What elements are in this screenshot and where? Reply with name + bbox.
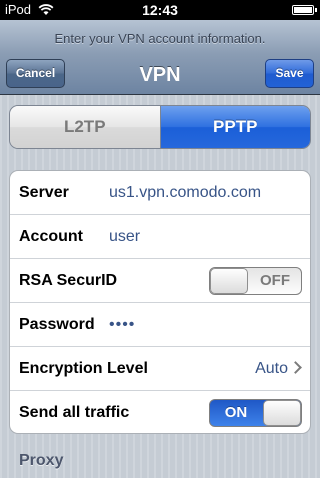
toggle-state-label: ON	[224, 404, 248, 421]
navigation-bar: Enter your VPN account information. Canc…	[0, 20, 320, 95]
account-row[interactable]: Account user	[10, 215, 310, 259]
vpn-settings-group: Server us1.vpn.comodo.com Account user R…	[9, 170, 311, 434]
server-label: Server	[19, 184, 69, 201]
send-all-traffic-toggle[interactable]: ON	[209, 399, 302, 427]
send-all-traffic-row: Send all traffic ON	[10, 391, 310, 433]
password-label: Password	[19, 316, 95, 333]
rsa-securid-toggle[interactable]: OFF	[209, 267, 302, 295]
segment-pptp[interactable]: PPTP	[160, 106, 310, 148]
clock: 12:43	[142, 2, 178, 18]
password-row[interactable]: Password ••••	[10, 303, 310, 347]
server-row[interactable]: Server us1.vpn.comodo.com	[10, 171, 310, 215]
protocol-segmented-control: L2TP PPTP	[9, 105, 311, 149]
encryption-level-value: Auto	[255, 360, 288, 377]
server-field[interactable]: us1.vpn.comodo.com	[109, 171, 261, 215]
toggle-knob	[263, 400, 301, 426]
rsa-securid-row: RSA SecurID OFF	[10, 259, 310, 303]
password-field[interactable]: ••••	[109, 303, 135, 347]
segment-l2tp[interactable]: L2TP	[10, 106, 161, 148]
encryption-level-row[interactable]: Encryption Level Auto	[10, 347, 310, 391]
send-all-traffic-label: Send all traffic	[19, 404, 130, 421]
battery-icon	[292, 5, 317, 15]
encryption-level-label: Encryption Level	[19, 360, 148, 377]
save-button[interactable]: Save	[265, 59, 314, 88]
status-bar: iPod 12:43	[0, 0, 320, 20]
account-field[interactable]: user	[109, 215, 140, 259]
rsa-securid-label: RSA SecurID	[19, 272, 118, 289]
vpn-prompt: Enter your VPN account information.	[54, 31, 266, 46]
account-label: Account	[19, 228, 83, 245]
toggle-state-label: OFF	[260, 272, 290, 289]
chevron-right-icon	[289, 361, 302, 374]
toggle-knob	[210, 268, 248, 294]
proxy-section-header: Proxy	[19, 452, 64, 469]
